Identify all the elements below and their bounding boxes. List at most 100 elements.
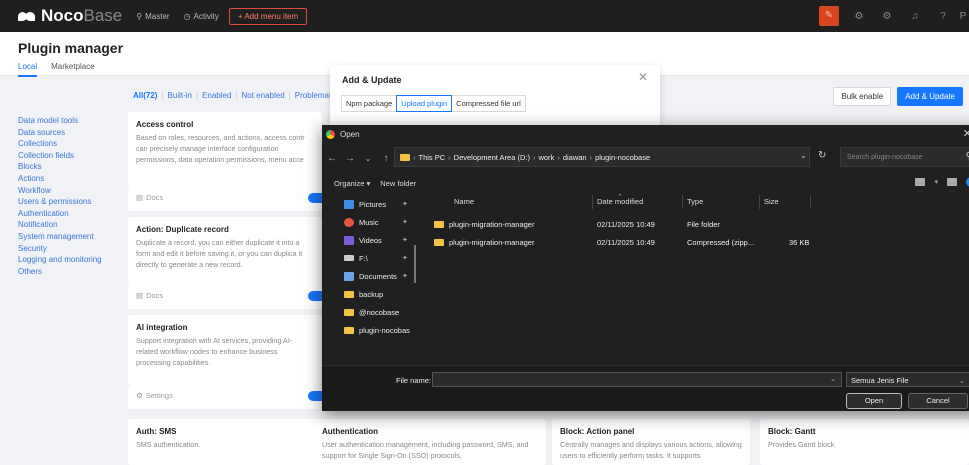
plugin-card: Action: Duplicate record Duplicate a rec…	[128, 217, 322, 285]
plugin-card-title: AI integration	[136, 323, 188, 332]
user-icon[interactable]: P	[957, 11, 969, 22]
category-item[interactable]: Logging and monitoring	[18, 254, 102, 266]
chevron-down-icon[interactable]: ⌄	[360, 154, 376, 163]
dialog-title: Open	[340, 129, 360, 139]
nav-item[interactable]: Pictures ✦	[344, 197, 408, 211]
file-name-label: File name:	[396, 376, 432, 385]
new-folder-button[interactable]: New folder	[380, 179, 416, 188]
breadcrumb-item[interactable]: work	[538, 153, 554, 162]
category-item[interactable]: Data model tools	[18, 115, 102, 127]
preview-pane-icon[interactable]	[947, 178, 957, 186]
nocobase-logo[interactable]: Noco Base	[18, 6, 122, 26]
category-item[interactable]: Collections	[18, 138, 102, 150]
chevron-down-icon[interactable]: ⌄	[800, 151, 807, 160]
bulk-enable-button[interactable]: Bulk enable	[833, 87, 892, 106]
category-item[interactable]: Security	[18, 243, 102, 255]
refresh-icon[interactable]: ↻	[818, 150, 826, 161]
help-icon[interactable]: ?	[929, 11, 957, 22]
file-name: plugin-migration-manager	[449, 238, 535, 247]
chevron-down-icon[interactable]: ▾	[934, 178, 938, 186]
add-update-button[interactable]: Add & Update	[897, 87, 963, 106]
column-size[interactable]: Size	[764, 197, 779, 206]
file-name-input[interactable]	[432, 372, 842, 387]
settings-link[interactable]: ⚙ Settings	[136, 391, 173, 400]
filter-problematic[interactable]: Problemat	[295, 91, 331, 100]
nav-item[interactable]: Music ✦	[344, 215, 408, 229]
category-item[interactable]: Notification	[18, 219, 102, 231]
cancel-button[interactable]: Cancel	[908, 393, 968, 409]
view-options-icon[interactable]	[915, 178, 926, 186]
breadcrumb-item[interactable]: This PC	[419, 153, 446, 162]
column-type[interactable]: Type	[687, 197, 703, 206]
plugin-card-footer: ▤ Docs	[128, 187, 322, 211]
breadcrumb-item[interactable]: diawan	[563, 153, 587, 162]
back-icon[interactable]: ←	[324, 153, 340, 164]
up-icon[interactable]: ↑	[378, 153, 394, 164]
column-name[interactable]: Name	[454, 197, 474, 206]
category-item[interactable]: Actions	[18, 173, 102, 185]
activity-menu[interactable]: ◷ Activity	[184, 12, 219, 21]
docs-link[interactable]: ▤ Docs	[136, 193, 163, 202]
category-item[interactable]: Data sources	[18, 127, 102, 139]
pin-icon: ✦	[402, 237, 408, 244]
category-item[interactable]: Collection fields	[18, 150, 102, 162]
navigation-pane: Pictures ✦ Music ✦ Videos ✦ F:\ ✦ Documents ✦…	[322, 195, 418, 365]
column-date-modified[interactable]: Date modified	[597, 197, 643, 206]
forward-icon[interactable]: →	[342, 153, 358, 164]
nav-item[interactable]: @nocobase	[344, 305, 399, 319]
category-item[interactable]: Blocks	[18, 161, 102, 173]
file-type-select[interactable]: Semua Jenis File ⌄	[846, 372, 969, 387]
plugin-card-footer: ⚙ Settings	[128, 385, 322, 409]
tab-npm-package[interactable]: Npm package	[341, 95, 398, 112]
enable-toggle[interactable]	[308, 291, 322, 301]
category-item[interactable]: Others	[18, 266, 102, 278]
enable-toggle[interactable]	[308, 193, 322, 203]
search-input[interactable]: Search plugin-nocobase ⚲	[840, 147, 969, 167]
tab-upload-plugin[interactable]: Upload plugin	[396, 95, 453, 112]
settings-icon[interactable]: ⚙	[873, 11, 901, 22]
open-file-dialog: Open ✕ ← → ⌄ ↑ › This PC › Development A…	[322, 125, 969, 411]
nav-item[interactable]: plugin-nocobas	[344, 323, 410, 337]
nav-item[interactable]: Videos ✦	[344, 233, 408, 247]
open-button[interactable]: Open	[846, 393, 902, 409]
breadcrumb-item[interactable]: Development Area (D:)	[454, 153, 530, 162]
tab-local[interactable]: Local	[18, 62, 38, 77]
bell-icon[interactable]: ♫	[901, 11, 929, 22]
plugin-card-description: Duplicate a record, you can either dupli…	[136, 238, 303, 269]
nav-item[interactable]: Documents ✦	[344, 269, 408, 283]
category-item[interactable]: System management	[18, 231, 102, 243]
close-icon[interactable]: ✕	[963, 127, 969, 140]
plugin-card-description: Based on roles, resources, and actions, …	[136, 133, 305, 164]
nav-item[interactable]: F:\ ✦	[344, 251, 408, 265]
address-bar[interactable]: › This PC › Development Area (D:) › work…	[394, 147, 810, 167]
tab-compressed-file-url[interactable]: Compressed file url	[451, 95, 526, 112]
filter-enabled[interactable]: Enabled	[202, 91, 231, 100]
file-row[interactable]: plugin-migration-manager 02/11/2025 10:4…	[427, 236, 969, 250]
close-icon[interactable]: ✕	[638, 70, 648, 84]
nav-pane-scrollbar[interactable]	[414, 245, 416, 283]
book-icon: ▤	[136, 291, 144, 300]
docs-link[interactable]: ▤ Docs	[136, 291, 163, 300]
plugin-card-footer: ▤ Docs	[128, 285, 322, 309]
category-item[interactable]: Workflow	[18, 185, 102, 197]
chevron-down-icon[interactable]: ⌄	[830, 375, 836, 383]
design-mode-icon[interactable]: ✎	[819, 6, 839, 26]
add-menu-item-button[interactable]: + Add menu item	[228, 7, 308, 25]
folder-icon	[344, 326, 354, 334]
nav-item[interactable]: backup	[344, 287, 383, 301]
master-menu[interactable]: ⚲ Master	[136, 12, 169, 21]
enable-toggle[interactable]	[308, 391, 322, 401]
category-item[interactable]: Authentication	[18, 208, 102, 220]
file-row[interactable]: plugin-migration-manager 02/11/2025 10:4…	[427, 218, 969, 232]
filter-not-enabled[interactable]: Not enabled	[242, 91, 285, 100]
organize-menu[interactable]: Organize ▾	[334, 179, 370, 188]
breadcrumb-item[interactable]: plugin-nocobase	[595, 153, 650, 162]
tab-marketplace[interactable]: Marketplace	[51, 62, 95, 77]
plugin-icon[interactable]: ⚙	[845, 11, 873, 22]
category-item[interactable]: Users & permissions	[18, 196, 102, 208]
filter-all[interactable]: All(72)	[133, 91, 157, 100]
file-name: plugin-migration-manager	[449, 220, 535, 229]
logo-text-light: Base	[83, 6, 123, 25]
plugin-card-title: Auth: SMS	[136, 427, 177, 436]
filter-built-in[interactable]: Built-in	[168, 91, 192, 100]
